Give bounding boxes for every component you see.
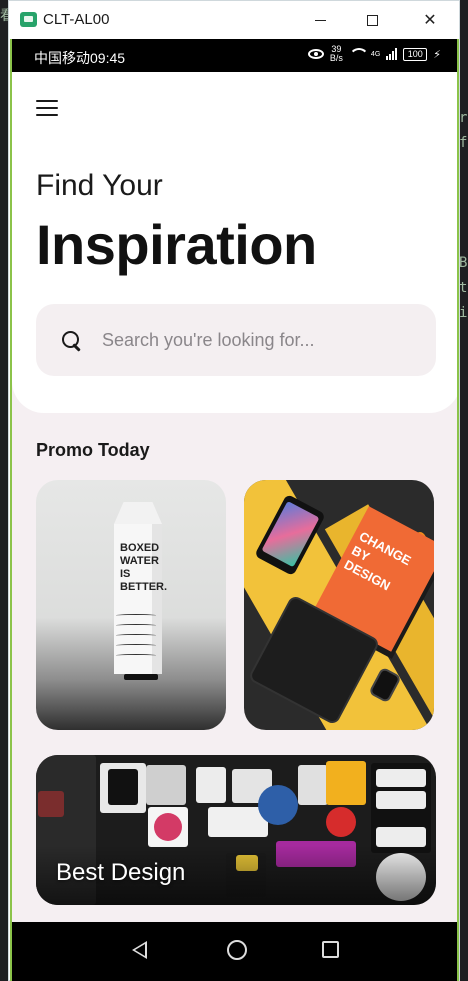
window-title: CLT-AL00 xyxy=(43,11,110,28)
search-input[interactable] xyxy=(102,324,422,356)
carton-image: BOXED WATER IS BETTER. xyxy=(108,502,168,680)
editor-glyph: B xyxy=(459,255,468,271)
battery-icon: 100 xyxy=(403,47,428,61)
wifi-icon xyxy=(348,48,369,60)
carton-label: BOXED WATER IS BETTER. xyxy=(120,542,168,593)
network-type: 4G xyxy=(370,50,381,58)
network-speed: 39 B/s xyxy=(330,45,343,63)
search-icon[interactable] xyxy=(62,331,80,349)
minimize-button[interactable] xyxy=(297,1,343,39)
heading-find-your: Find Your xyxy=(36,169,163,202)
charging-icon: ⚡ xyxy=(433,48,441,61)
window-titlebar[interactable]: CLT-AL00 ✕ xyxy=(9,1,459,39)
promo-card-best-design[interactable]: Best Design xyxy=(36,755,436,905)
device-mirror-window: CLT-AL00 ✕ 中国移动09:45 39 B/s 4G 100 ⚡ Fin… xyxy=(8,0,460,981)
app-logo-icon xyxy=(20,12,37,27)
signal-icon xyxy=(386,48,398,60)
eye-icon xyxy=(307,49,324,59)
speed-unit: B/s xyxy=(329,53,343,63)
home-icon[interactable] xyxy=(227,940,247,960)
book-title: CHANGE BY DESIGN xyxy=(341,528,414,594)
system-navigation-bar xyxy=(12,922,457,981)
status-icons: 39 B/s 4G 100 ⚡ xyxy=(307,45,441,63)
editor-glyph: r xyxy=(459,110,468,126)
heading-inspiration: Inspiration xyxy=(36,213,317,276)
minimize-icon xyxy=(314,19,326,21)
carrier-time: 中国移动09:45 xyxy=(34,50,126,66)
close-button[interactable]: ✕ xyxy=(407,1,453,39)
editor-glyph: f xyxy=(459,135,468,151)
recent-apps-icon[interactable] xyxy=(322,941,339,958)
header-card: Find Your Inspiration xyxy=(12,72,457,413)
close-icon: ✕ xyxy=(423,12,437,29)
menu-icon[interactable] xyxy=(36,100,58,116)
promo-label-best-design: Best Design xyxy=(56,859,186,886)
promo-card-boxed-water[interactable]: BOXED WATER IS BETTER. xyxy=(36,480,226,730)
phone-screen: 中国移动09:45 39 B/s 4G 100 ⚡ Find Your Insp… xyxy=(10,39,459,981)
section-title-promo: Promo Today xyxy=(36,440,150,460)
maximize-button[interactable] xyxy=(349,1,395,39)
maximize-icon xyxy=(366,14,378,26)
promo-card-design-book[interactable]: CHANGE BY DESIGN xyxy=(244,480,434,730)
back-icon[interactable] xyxy=(132,941,147,959)
search-bar[interactable] xyxy=(36,304,436,376)
status-bar: 中国移动09:45 39 B/s 4G 100 ⚡ xyxy=(12,39,457,72)
editor-glyph: i xyxy=(459,305,468,321)
editor-glyph: t xyxy=(459,280,468,296)
